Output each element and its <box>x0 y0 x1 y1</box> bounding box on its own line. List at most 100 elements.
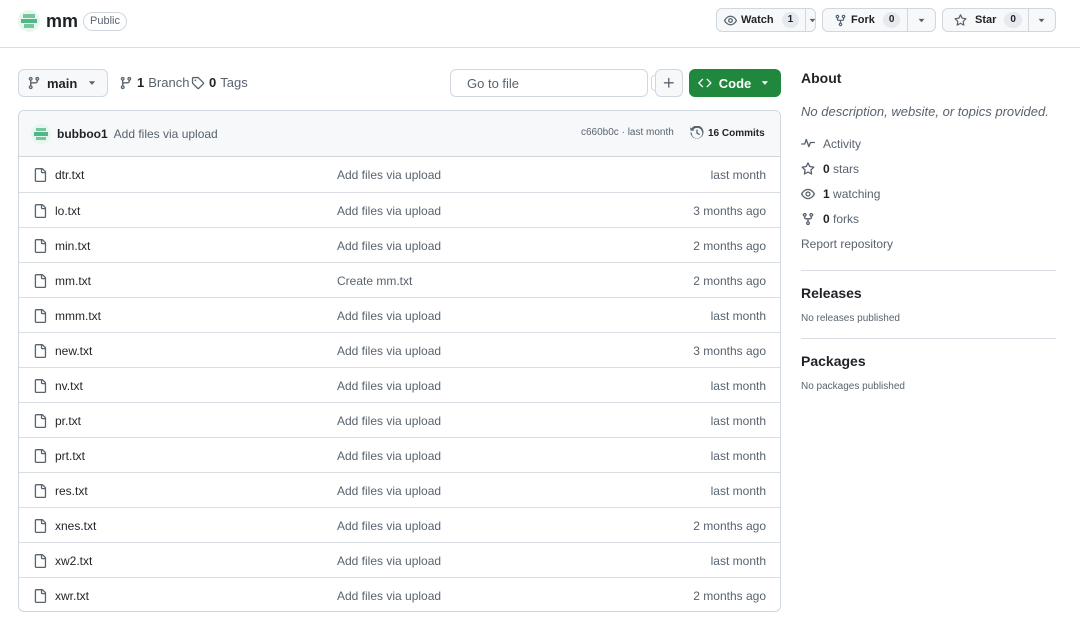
caret-down-icon <box>809 18 816 22</box>
code-button[interactable]: Code <box>689 69 781 97</box>
tags-count: 0 <box>209 75 217 90</box>
fork-dropdown[interactable] <box>907 9 935 31</box>
watch-button[interactable]: Watch 1 <box>716 8 816 32</box>
packages-heading[interactable]: Packages <box>801 353 1056 369</box>
file-row[interactable]: pr.txt Add files via upload last month <box>19 402 780 437</box>
file-name[interactable]: res.txt <box>55 484 88 498</box>
file-name[interactable]: dtr.txt <box>55 168 84 182</box>
file-name[interactable]: new.txt <box>55 344 92 358</box>
branches-link[interactable]: 1 Branch <box>119 75 189 90</box>
go-to-file-input[interactable] <box>467 75 643 91</box>
star-button[interactable]: Star 0 <box>942 8 1056 32</box>
file-commit-date: 3 months ago <box>693 204 766 218</box>
file-row[interactable]: xw2.txt Add files via upload last month <box>19 542 780 577</box>
repo-header: mm Public Watch 1 Fork 0 Star 0 <box>0 0 1080 48</box>
file-row[interactable]: mm.txt Create mm.txt 2 months ago <box>19 262 780 297</box>
file-row[interactable]: nv.txt Add files via upload last month <box>19 367 780 402</box>
file-name[interactable]: pr.txt <box>55 414 81 428</box>
file-commit-message[interactable]: Add files via upload <box>337 344 441 358</box>
file-commit-message[interactable]: Create mm.txt <box>337 274 412 288</box>
file-row[interactable]: prt.txt Add files via upload last month <box>19 437 780 472</box>
file-commit-message[interactable]: Add files via upload <box>337 589 441 603</box>
report-repository-link[interactable]: Report repository <box>801 231 1056 256</box>
commit-hash[interactable]: c660b0c · last month <box>581 127 674 138</box>
watchers-link[interactable]: 1 watching <box>801 181 1056 206</box>
commit-message[interactable]: Add files via upload <box>114 127 218 141</box>
file-name[interactable]: min.txt <box>55 239 90 253</box>
activity-link[interactable]: Activity <box>801 131 1056 156</box>
fork-icon <box>835 14 846 26</box>
file-commit-date: 3 months ago <box>693 344 766 358</box>
stars-link[interactable]: 0 stars <box>801 156 1056 181</box>
fork-count: 0 <box>882 12 901 28</box>
file-icon <box>33 238 47 254</box>
stars-label: stars <box>833 161 860 176</box>
file-commit-message[interactable]: Add files via upload <box>337 239 441 253</box>
file-commit-message[interactable]: Add files via upload <box>337 309 441 323</box>
caret-down-icon <box>762 81 769 85</box>
file-row[interactable]: xwr.txt Add files via upload 2 months ago <box>19 577 780 611</box>
file-commit-date: last month <box>710 449 766 463</box>
fork-button[interactable]: Fork 0 <box>822 8 936 32</box>
star-dropdown[interactable] <box>1027 9 1055 31</box>
file-name[interactable]: prt.txt <box>55 449 85 463</box>
forks-label: forks <box>833 211 860 226</box>
file-row[interactable]: xnes.txt Add files via upload 2 months ago <box>19 507 780 542</box>
watch-label: Watch <box>741 14 774 26</box>
tags-link[interactable]: 0 Tags <box>191 75 248 90</box>
file-name[interactable]: mm.txt <box>55 274 91 288</box>
watching-count: 1 <box>823 186 830 201</box>
stars-count: 0 <box>823 161 830 176</box>
star-count: 0 <box>1004 12 1022 28</box>
file-name[interactable]: lo.txt <box>55 204 80 218</box>
repo-name[interactable]: mm <box>46 11 78 32</box>
releases-heading[interactable]: Releases <box>801 285 1056 301</box>
file-commit-message[interactable]: Add files via upload <box>337 414 441 428</box>
file-row[interactable]: min.txt Add files via upload 2 months ago <box>19 227 780 262</box>
commits-count: 16 Commits <box>708 127 765 139</box>
history-icon <box>690 126 704 139</box>
caret-down-icon <box>918 18 925 22</box>
about-heading: About <box>801 70 842 86</box>
file-commit-date: 2 months ago <box>693 519 766 533</box>
add-file-button[interactable] <box>655 69 683 97</box>
watch-dropdown[interactable] <box>805 9 819 31</box>
file-commit-message[interactable]: Add files via upload <box>337 554 441 568</box>
file-name[interactable]: nv.txt <box>55 379 83 393</box>
commit-author-avatar[interactable] <box>31 123 51 144</box>
file-commit-message[interactable]: Add files via upload <box>337 449 441 463</box>
commits-link[interactable]: 16 Commits <box>690 126 765 140</box>
star-icon <box>801 161 815 175</box>
caret-down-icon <box>88 81 96 85</box>
code-icon <box>698 78 712 88</box>
go-to-file[interactable]: t <box>450 69 664 97</box>
packages-note: No packages published <box>801 381 905 392</box>
plus-icon <box>663 77 674 88</box>
branch-selector[interactable]: main <box>18 69 108 97</box>
tag-icon <box>191 76 205 89</box>
file-name[interactable]: xnes.txt <box>55 519 96 533</box>
file-row[interactable]: dtr.txt Add files via upload last month <box>19 157 780 192</box>
commit-author[interactable]: bubboo1 <box>57 127 108 141</box>
file-row[interactable]: mmm.txt Add files via upload last month <box>19 297 780 332</box>
file-icon <box>33 518 47 534</box>
star-label: Star <box>975 14 997 26</box>
file-commit-message[interactable]: Add files via upload <box>337 484 441 498</box>
file-icon <box>33 308 47 324</box>
file-row[interactable]: lo.txt Add files via upload 3 months ago <box>19 192 780 227</box>
forks-link[interactable]: 0 forks <box>801 206 1056 231</box>
file-commit-message[interactable]: Add files via upload <box>337 519 441 533</box>
file-icon <box>33 588 47 604</box>
file-name[interactable]: xw2.txt <box>55 554 92 568</box>
file-commit-message[interactable]: Add files via upload <box>337 204 441 218</box>
file-row[interactable]: new.txt Add files via upload 3 months ago <box>19 332 780 367</box>
code-label: Code <box>718 75 752 91</box>
file-row[interactable]: res.txt Add files via upload last month <box>19 472 780 507</box>
file-commit-date: 2 months ago <box>693 274 766 288</box>
file-icon <box>33 273 47 289</box>
file-commit-message[interactable]: Add files via upload <box>337 168 441 182</box>
file-name[interactable]: mmm.txt <box>55 309 101 323</box>
file-name[interactable]: xwr.txt <box>55 589 89 603</box>
owner-avatar[interactable] <box>18 10 40 32</box>
file-commit-message[interactable]: Add files via upload <box>337 379 441 393</box>
